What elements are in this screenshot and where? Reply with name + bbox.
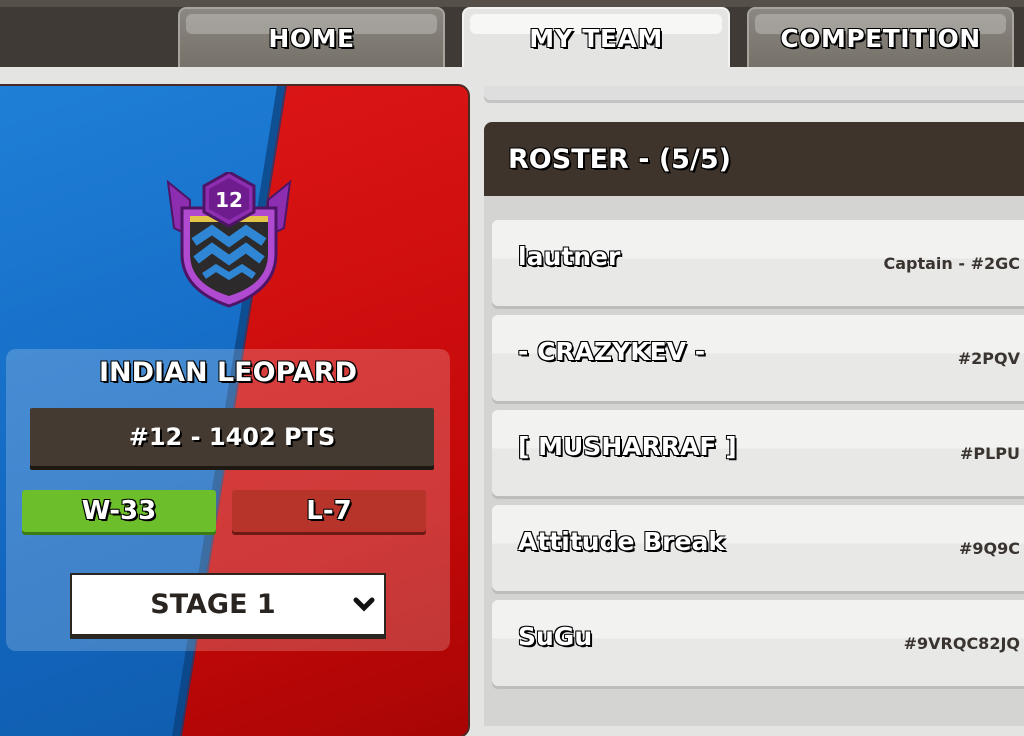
player-tag: Captain - #2GC xyxy=(883,254,1020,273)
tab-competition-label: COMPETITION xyxy=(780,23,981,53)
losses-badge: L-7 xyxy=(232,490,426,532)
chevron-down-icon xyxy=(344,585,384,625)
player-name: - CRAZYKEV - xyxy=(518,337,706,366)
player-tag: #9Q9C xyxy=(958,539,1020,558)
player-name: Attitude Break xyxy=(518,527,725,556)
team-rank-points: #12 - 1402 PTS xyxy=(30,408,434,466)
top-strip xyxy=(0,0,1024,7)
tab-my-team[interactable]: MY TEAM xyxy=(462,7,730,67)
stage-select[interactable]: STAGE 1 xyxy=(70,573,386,636)
upper-panel-edge xyxy=(484,86,1024,100)
player-name: lautner xyxy=(518,242,621,271)
player-name: SuGu xyxy=(518,622,593,651)
tab-competition[interactable]: COMPETITION xyxy=(747,7,1014,67)
roster-title: ROSTER - (5/5) xyxy=(508,143,731,175)
roster-player-row[interactable]: - CRAZYKEV - #2PQV xyxy=(492,315,1024,401)
tab-my-team-label: MY TEAM xyxy=(529,23,663,53)
player-tag: #2PQV xyxy=(957,349,1020,368)
roster-player-row[interactable]: [ MUSHARRAF ] #PLPU xyxy=(492,410,1024,496)
player-name: [ MUSHARRAF ] xyxy=(518,432,737,461)
roster-player-row[interactable]: SuGu #9VRQC82JQ xyxy=(492,600,1024,686)
wins-badge: W-33 xyxy=(22,490,216,532)
player-tag: #9VRQC82JQ xyxy=(903,634,1020,653)
tab-home-label: HOME xyxy=(268,23,355,53)
team-name: INDIAN LEOPARD xyxy=(98,357,357,388)
badge-level: 12 xyxy=(215,188,243,212)
roster-header: ROSTER - (5/5) xyxy=(484,122,1024,196)
stage-select-value: STAGE 1 xyxy=(150,589,276,620)
player-tag: #PLPU xyxy=(959,444,1020,463)
roster-player-row[interactable]: lautner Captain - #2GC xyxy=(492,220,1024,306)
clan-badge-icon: 12 xyxy=(160,170,298,310)
tab-home[interactable]: HOME xyxy=(178,7,445,67)
roster-player-row[interactable]: Attitude Break #9Q9C xyxy=(492,505,1024,591)
